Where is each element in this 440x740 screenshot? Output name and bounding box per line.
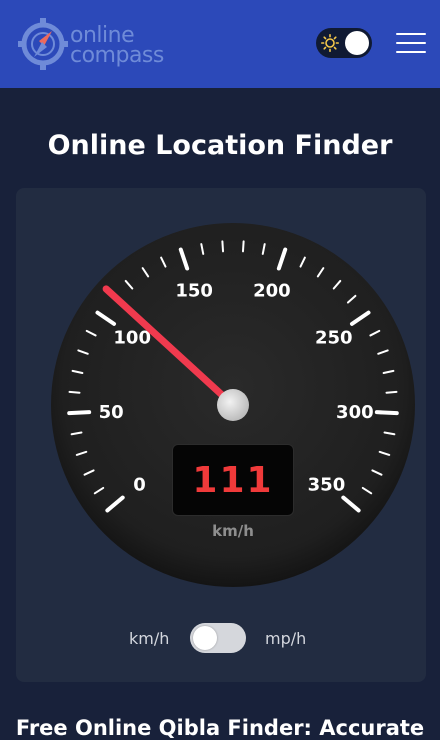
logo[interactable]: online compass: [18, 16, 164, 72]
unit-toggle-knob: [193, 626, 217, 650]
unit-mph-label: mp/h: [265, 629, 307, 648]
theme-toggle[interactable]: [316, 28, 372, 58]
gauge-label: 300: [336, 402, 374, 423]
gauge-label: 150: [175, 280, 213, 301]
unit-toggle[interactable]: [190, 623, 246, 653]
gauge-label: 350: [308, 474, 346, 495]
needle-hub: [217, 389, 249, 421]
unit-switch: km/h mp/h: [0, 622, 440, 654]
major-tick: [67, 410, 92, 416]
compass-logo-icon: [18, 18, 68, 70]
sun-icon: [321, 34, 339, 52]
menu-line: [396, 51, 426, 53]
minor-tick: [385, 390, 398, 394]
logo-line-2: compass: [70, 43, 164, 68]
gauge-label: 250: [315, 327, 353, 348]
minor-tick: [221, 240, 225, 253]
gauge-label: 0: [133, 474, 146, 495]
page-title: Online Location Finder: [47, 130, 393, 161]
speed-unit-label: km/h: [212, 522, 254, 540]
unit-kmh-label: km/h: [129, 629, 170, 648]
minor-tick: [68, 390, 81, 394]
section-heading: Free Online Qibla Finder: Accurate: [15, 716, 425, 740]
menu-line: [396, 42, 426, 44]
major-tick: [374, 410, 399, 416]
hamburger-menu-icon[interactable]: [396, 33, 426, 55]
digital-speed-readout: 111: [172, 444, 294, 516]
header: online compass: [0, 0, 440, 88]
minor-tick: [241, 240, 245, 253]
logo-text: online compass: [70, 25, 170, 68]
theme-toggle-knob: [345, 31, 369, 55]
menu-line: [396, 33, 426, 35]
gauge-label: 100: [113, 327, 151, 348]
gauge-label: 50: [99, 402, 124, 423]
gauge-label: 200: [253, 280, 291, 301]
